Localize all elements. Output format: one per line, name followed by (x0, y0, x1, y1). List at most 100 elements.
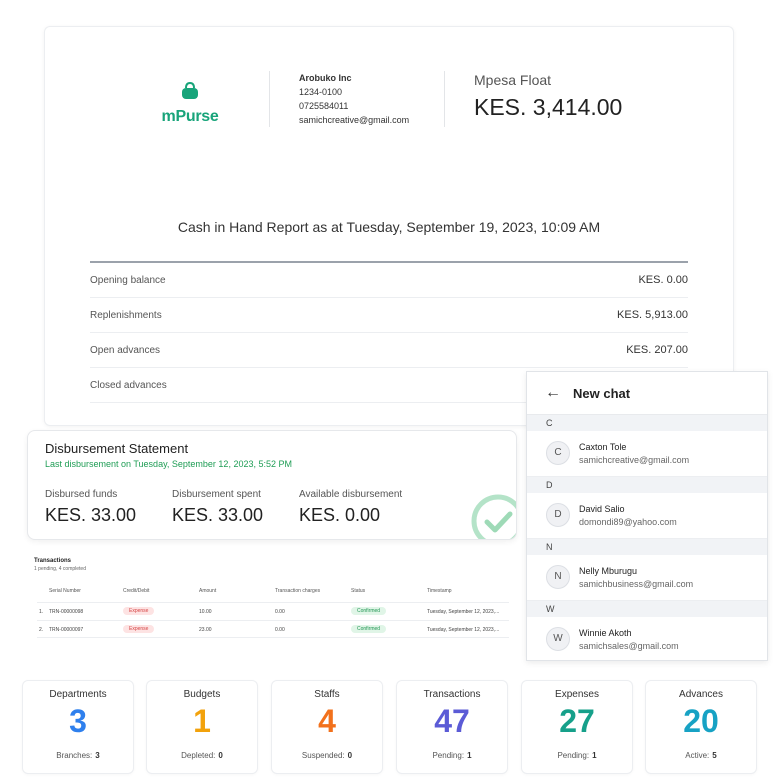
stat-label: Disbursed funds (45, 489, 118, 500)
contact-email: samichbusiness@gmail.com (579, 579, 694, 589)
card-title: Departments (49, 689, 107, 700)
expenses-card[interactable]: Expenses 27 Pending: 1 (521, 680, 633, 774)
report-title: Cash in Hand Report as at Tuesday, Septe… (177, 219, 601, 235)
card-footer: Depleted: 0 (147, 751, 257, 760)
contact-item[interactable]: W Winnie Akoth samichsales@gmail.com (527, 617, 767, 663)
row-label: Replenishments (90, 309, 162, 321)
divider (269, 71, 270, 127)
contact-email: samichcreative@gmail.com (579, 455, 690, 465)
report-row: Replenishments KES. 5,913.00 (90, 298, 688, 333)
row-label: Opening balance (90, 274, 166, 286)
section-header: W (527, 601, 767, 617)
disbursed-funds-stat: Disbursed funds KES. 33.00 (45, 489, 136, 526)
col-amount: Amount (199, 588, 217, 594)
company-info: Arobuko Inc 1234-0100 0725584011 samichc… (299, 71, 409, 127)
footer-label: Branches: (56, 751, 93, 760)
card-title: Expenses (555, 689, 599, 700)
logo-text: mPurse (161, 108, 219, 125)
contact-email: samichsales@gmail.com (579, 641, 679, 651)
transactions-panel: Transactions 1 pending, 4 completed Seri… (27, 552, 517, 662)
footer-value: 0 (347, 751, 353, 760)
col-timestamp: Timestamp (427, 588, 452, 594)
budgets-card[interactable]: Budgets 1 Depleted: 0 (146, 680, 258, 774)
float-value: KES. 3,414.00 (474, 94, 623, 120)
transactions-title: Transactions (34, 558, 72, 564)
row-timestamp: Tuesday, September 12, 2023,... (427, 627, 500, 633)
disbursement-statement-card: Disbursement Statement Last disbursement… (27, 430, 517, 540)
card-title: Advances (679, 689, 723, 700)
contact-item[interactable]: N Nelly Mburugu samichbusiness@gmail.com (527, 555, 767, 601)
stat-value: KES. 0.00 (299, 505, 381, 525)
stat-label: Available disbursement (299, 489, 403, 500)
row-value: KES. 207.00 (626, 344, 688, 356)
company-box: 1234-0100 (299, 87, 343, 97)
avatar: D (546, 503, 570, 527)
card-value: 27 (559, 703, 595, 739)
section-header: N (527, 539, 767, 555)
status-badge: Confirmed (351, 625, 387, 633)
avatar: C (546, 441, 570, 465)
arrow-left-icon[interactable]: ← (545, 384, 561, 402)
row-amount: 10.00 (199, 609, 212, 615)
row-index: 2. (39, 627, 44, 633)
transactions-subtitle: 1 pending, 4 completed (34, 566, 86, 572)
disbursement-title: Disbursement Statement (45, 441, 189, 456)
footer-label: Suspended: (301, 751, 345, 760)
stat-value: KES. 33.00 (45, 505, 137, 525)
row-timestamp: Tuesday, September 12, 2023,... (427, 609, 500, 615)
row-label: Open advances (90, 344, 161, 356)
card-title: Staffs (314, 689, 340, 700)
chat-header: ← New chat (527, 372, 767, 415)
disbursement-subtitle: Last disbursement on Tuesday, September … (45, 459, 292, 469)
card-footer: Pending: 1 (397, 751, 507, 760)
footer-label: Pending: (557, 751, 590, 760)
card-value: 3 (69, 703, 87, 739)
status-badge: Confirmed (351, 607, 387, 615)
footer-value: 3 (95, 751, 100, 760)
chat-title: New chat (573, 385, 631, 401)
type-badge: Expense (123, 607, 155, 615)
row-value: KES. 0.00 (638, 274, 688, 286)
footer-label: Depleted: (181, 751, 216, 760)
section-header: D (527, 477, 767, 493)
row-charges: 0.00 (275, 609, 285, 615)
company-email: samichcreative@gmail.com (299, 115, 410, 125)
avatar: W (546, 627, 570, 651)
staffs-card[interactable]: Staffs 4 Suspended: 0 (271, 680, 383, 774)
footer-value: 5 (712, 751, 717, 760)
transactions-card[interactable]: Transactions 47 Pending: 1 (396, 680, 508, 774)
stat-value: KES. 33.00 (172, 505, 264, 525)
report-row: Opening balance KES. 0.00 (90, 263, 688, 298)
contact-item[interactable]: C Caxton Tole samichcreative@gmail.com (527, 431, 767, 477)
col-credit-debit: Credit/Debit (123, 588, 150, 594)
cash-in-hand-report: mPurse Arobuko Inc 1234-0100 0725584011 … (44, 26, 734, 426)
col-serial: Serial Number (49, 588, 81, 594)
section-header: C (527, 415, 767, 431)
col-charges: Transaction charges (275, 588, 321, 594)
company-phone: 0725584011 (299, 101, 349, 111)
contact-item[interactable]: D David Salio domondi89@yahoo.com (527, 493, 767, 539)
card-footer: Branches: 3 (23, 751, 133, 760)
new-chat-panel: ← New chat C C Caxton Tole samichcreativ… (526, 371, 768, 661)
type-badge: Expense (123, 625, 155, 633)
table-row[interactable]: 2. TRN-00000097 Expense 23.00 0.00 Confi… (37, 620, 509, 638)
footer-value: 1 (467, 751, 472, 760)
row-serial: TRN-00000097 (49, 627, 84, 633)
footer-label: Active: (685, 751, 710, 760)
card-title: Budgets (183, 689, 221, 700)
row-value: KES. 5,913.00 (617, 309, 688, 321)
card-footer: Suspended: 0 (272, 751, 382, 760)
available-disbursement-stat: Available disbursement KES. 0.00 (299, 489, 402, 526)
advances-card[interactable]: Advances 20 Active: 5 (645, 680, 757, 774)
check-circle-icon (471, 494, 516, 539)
card-footer: Pending: 1 (522, 751, 632, 760)
departments-card[interactable]: Departments 3 Branches: 3 (22, 680, 134, 774)
avatar: N (546, 565, 570, 589)
contact-name: Nelly Mburugu (579, 566, 638, 576)
contact-name: David Salio (579, 504, 625, 514)
card-value: 20 (683, 703, 719, 739)
table-row[interactable]: 1. TRN-00000098 Expense 10.00 0.00 Confi… (37, 602, 509, 620)
float-label: Mpesa Float (474, 72, 552, 88)
stat-label: Disbursement spent (172, 489, 261, 500)
card-value: 1 (193, 703, 211, 739)
